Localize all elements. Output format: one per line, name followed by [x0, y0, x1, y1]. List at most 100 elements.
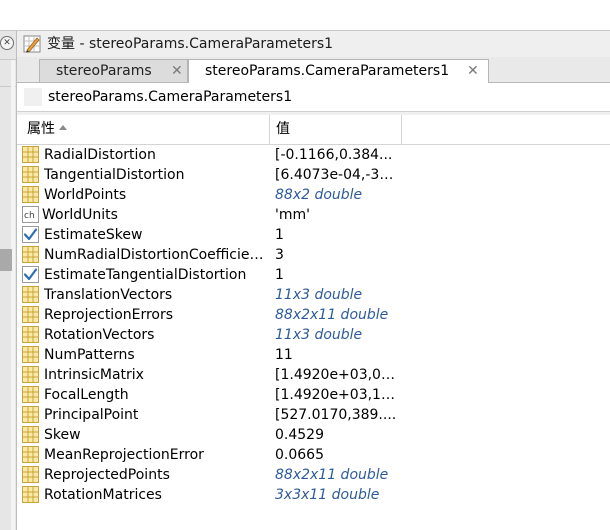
- property-name: NumRadialDistortionCoefficients: [44, 247, 269, 263]
- table-row[interactable]: RotationMatrices 3x3x11 double: [17, 485, 610, 505]
- property-value[interactable]: 11: [275, 345, 397, 365]
- object-icon: [24, 88, 42, 106]
- property-value[interactable]: 11x3 double: [275, 285, 397, 305]
- property-name: RadialDistortion: [44, 147, 156, 163]
- column-header-property[interactable]: 属性: [17, 115, 270, 144]
- property-name: ReprojectionErrors: [44, 307, 174, 323]
- close-icon[interactable]: ✕: [467, 60, 479, 82]
- property-value[interactable]: 1: [275, 225, 397, 245]
- property-value[interactable]: 3x3x11 double: [275, 485, 397, 505]
- table-row[interactable]: TangentialDistortion [6.4073e-04,-3....: [17, 165, 610, 185]
- title-bar: 变量 - stereoParams.CameraParameters1: [17, 31, 610, 57]
- sort-ascending-icon: [59, 124, 67, 130]
- column-header-label: 值: [276, 121, 290, 137]
- table-row[interactable]: RotationVectors 11x3 double: [17, 325, 610, 345]
- svg-text:ch: ch: [24, 211, 35, 221]
- tab-cameraparameters1[interactable]: stereoParams.CameraParameters1 ✕: [188, 59, 489, 84]
- table-row[interactable]: PrincipalPoint [527.0170,389....: [17, 405, 610, 425]
- matrix-icon: [22, 146, 39, 163]
- property-name: EstimateSkew: [44, 227, 143, 243]
- top-strip: [0, 0, 610, 31]
- property-name: FocalLength: [44, 387, 129, 403]
- matrix-icon: [22, 246, 39, 263]
- table-row[interactable]: WorldPoints 88x2 double: [17, 185, 610, 205]
- property-name: EstimateTangentialDistortion: [44, 267, 247, 283]
- property-name: ReprojectedPoints: [44, 467, 170, 483]
- property-value[interactable]: [-0.1166,0.384...: [275, 145, 397, 165]
- table-row[interactable]: ReprojectedPoints 88x2x11 double: [17, 465, 610, 485]
- property-value[interactable]: [527.0170,389....: [275, 405, 397, 425]
- table-row[interactable]: NumPatterns 11: [17, 345, 610, 365]
- property-name: WorldUnits: [42, 207, 118, 223]
- property-name: NumPatterns: [44, 347, 135, 363]
- matrix-icon: [22, 446, 39, 463]
- property-value[interactable]: 88x2x11 double: [275, 465, 397, 485]
- property-name: IntrinsicMatrix: [44, 367, 144, 383]
- left-panel: ✕: [0, 31, 17, 530]
- table-row[interactable]: TranslationVectors 11x3 double: [17, 285, 610, 305]
- property-value[interactable]: 3: [275, 245, 397, 265]
- property-name: PrincipalPoint: [44, 407, 139, 423]
- table-header: 属性 值: [17, 115, 610, 145]
- table-row[interactable]: EstimateSkew 1: [17, 225, 610, 245]
- table-row[interactable]: ReprojectionErrors 88x2x11 double: [17, 305, 610, 325]
- variable-editor: 变量 - stereoParams.CameraParameters1 ster…: [17, 31, 610, 530]
- matrix-icon: [22, 386, 39, 403]
- property-name: TranslationVectors: [44, 287, 173, 303]
- property-value[interactable]: 88x2x11 double: [275, 305, 397, 325]
- close-icon[interactable]: ✕: [171, 60, 183, 82]
- property-name: TangentialDistortion: [44, 167, 185, 183]
- matrix-icon: [22, 286, 39, 303]
- tab-label: stereoParams: [56, 63, 152, 79]
- matrix-icon: [22, 346, 39, 363]
- tab-bar: stereoParams ✕ stereoParams.CameraParame…: [17, 57, 610, 84]
- property-value[interactable]: 'mm': [275, 205, 397, 225]
- checkbox-checked-icon: [22, 226, 39, 243]
- scroll-marker[interactable]: [0, 249, 12, 271]
- property-value[interactable]: [6.4073e-04,-3....: [275, 165, 397, 185]
- property-value[interactable]: 0.0665: [275, 445, 397, 465]
- property-value[interactable]: 1: [275, 265, 397, 285]
- matrix-icon: [22, 466, 39, 483]
- property-name: Skew: [44, 427, 81, 443]
- matrix-icon: [22, 486, 39, 503]
- column-header-label: 属性: [27, 121, 55, 137]
- breadcrumb-text[interactable]: stereoParams.CameraParameters1: [48, 88, 292, 106]
- matrix-icon: [22, 166, 39, 183]
- property-value[interactable]: 11x3 double: [275, 325, 397, 345]
- char-array-icon: ch: [22, 206, 39, 223]
- panel-gutter: [11, 60, 15, 530]
- property-name: WorldPoints: [44, 187, 127, 203]
- property-value[interactable]: 0.4529: [275, 425, 397, 445]
- table-row[interactable]: Skew 0.4529: [17, 425, 610, 445]
- table-row[interactable]: RadialDistortion [-0.1166,0.384...: [17, 145, 610, 165]
- table-row[interactable]: ch WorldUnits 'mm': [17, 205, 610, 225]
- variable-editor-icon: [23, 35, 41, 53]
- property-value[interactable]: [1.4920e+03,0,...: [275, 365, 397, 385]
- tab-label: stereoParams.CameraParameters1: [205, 63, 450, 79]
- property-name: MeanReprojectionError: [44, 447, 204, 463]
- column-header-value[interactable]: 值: [270, 115, 402, 144]
- table-row[interactable]: EstimateTangentialDistortion 1: [17, 265, 610, 285]
- matrix-icon: [22, 326, 39, 343]
- matrix-icon: [22, 406, 39, 423]
- table-row[interactable]: MeanReprojectionError 0.0665: [17, 445, 610, 465]
- tab-stereoparams[interactable]: stereoParams ✕: [39, 59, 188, 82]
- matrix-icon: [22, 366, 39, 383]
- matrix-icon: [22, 186, 39, 203]
- property-value[interactable]: 88x2 double: [275, 185, 397, 205]
- table-row[interactable]: NumRadialDistortionCoefficients 3: [17, 245, 610, 265]
- table-row[interactable]: IntrinsicMatrix [1.4920e+03,0,...: [17, 365, 610, 385]
- table-rows: RadialDistortion [-0.1166,0.384... Tangent…: [17, 145, 610, 505]
- property-table: 属性 值 RadialDistortion [-0.1166,0.384... Ta…: [17, 115, 610, 530]
- breadcrumb: stereoParams.CameraParameters1: [17, 83, 610, 112]
- checkbox-checked-icon: [22, 266, 39, 283]
- table-row[interactable]: FocalLength [1.4920e+03,1....: [17, 385, 610, 405]
- matrix-icon: [22, 426, 39, 443]
- close-icon[interactable]: ✕: [0, 36, 14, 50]
- property-value[interactable]: [1.4920e+03,1....: [275, 385, 397, 405]
- window-title: 变量 - stereoParams.CameraParameters1: [47, 36, 334, 52]
- property-name: RotationVectors: [44, 327, 155, 343]
- property-name: RotationMatrices: [44, 487, 162, 503]
- matrix-icon: [22, 306, 39, 323]
